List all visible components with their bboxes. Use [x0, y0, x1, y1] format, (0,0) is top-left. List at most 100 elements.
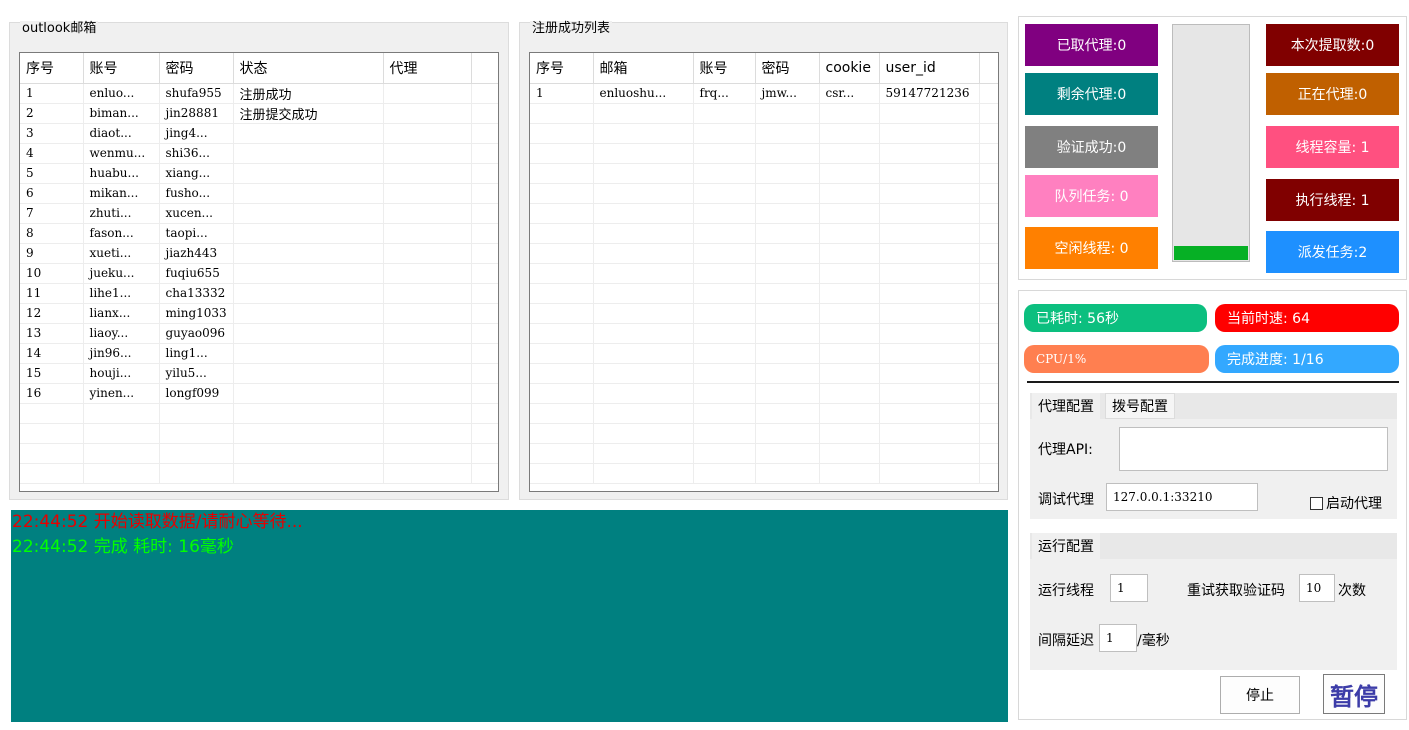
- table-cell: [879, 143, 980, 164]
- table-row[interactable]: [530, 123, 998, 144]
- email-table[interactable]: 序号 账号 密码 状态 代理 1 enluo... shufa955 注册成功 2 biman..…: [19, 52, 499, 492]
- email-col-header[interactable]: 代理: [383, 53, 472, 84]
- table-row[interactable]: [530, 183, 998, 204]
- log-panel[interactable]: 22:44:52 开始读取数据/请耐心等待... 22:44:52 完成 耗时: …: [11, 510, 1008, 722]
- table-row[interactable]: [530, 383, 998, 404]
- table-row[interactable]: [20, 403, 498, 424]
- table-row[interactable]: 7 zhuti... xucen...: [20, 203, 498, 224]
- table-cell: fusho...: [159, 183, 234, 204]
- enable-proxy-checkbox[interactable]: 启动代理: [1310, 493, 1382, 513]
- table-cell: [593, 283, 694, 304]
- success-col-header[interactable]: 序号: [530, 53, 594, 84]
- table-row[interactable]: [530, 363, 998, 384]
- table-row[interactable]: 3 diaot... jing4...: [20, 123, 498, 144]
- success-col-header[interactable]: 密码: [755, 53, 820, 84]
- table-row[interactable]: [530, 143, 998, 164]
- success-col-header[interactable]: cookie: [819, 53, 880, 84]
- table-row[interactable]: [530, 423, 998, 444]
- threads-input[interactable]: 1: [1110, 574, 1148, 602]
- table-cell: [530, 163, 594, 184]
- table-row[interactable]: 14 jin96... ling1...: [20, 343, 498, 364]
- table-cell: [979, 143, 998, 164]
- table-row[interactable]: 8 fason... taopi...: [20, 223, 498, 244]
- success-col-header[interactable]: 邮箱: [593, 53, 694, 84]
- table-row[interactable]: [530, 263, 998, 284]
- test-proxy-input[interactable]: 127.0.0.1:33210: [1106, 483, 1258, 511]
- table-cell: [20, 423, 84, 444]
- email-col-header[interactable]: 状态: [233, 53, 384, 84]
- table-row[interactable]: [20, 443, 498, 464]
- tab-dial-config[interactable]: 拨号配置: [1105, 393, 1175, 419]
- table-cell: [471, 163, 498, 184]
- stop-button[interactable]: 停止: [1220, 676, 1300, 714]
- table-cell: [383, 263, 472, 284]
- table-row[interactable]: 4 wenmu... shi36...: [20, 143, 498, 164]
- table-row[interactable]: [530, 463, 998, 484]
- table-row[interactable]: [20, 463, 498, 484]
- table-row[interactable]: 15 houji... yilu5...: [20, 363, 498, 384]
- email-col-header[interactable]: 账号: [83, 53, 160, 84]
- table-cell: 11: [20, 283, 84, 304]
- table-cell: [471, 323, 498, 344]
- table-row[interactable]: 11 lihe1... cha13332: [20, 283, 498, 304]
- table-row[interactable]: [530, 223, 998, 244]
- table-cell: [530, 203, 594, 224]
- table-row[interactable]: 5 huabu... xiang...: [20, 163, 498, 184]
- table-cell: [159, 443, 234, 464]
- table-cell: [755, 403, 820, 424]
- table-row[interactable]: 9 xueti... jiazh443: [20, 243, 498, 264]
- pause-button[interactable]: 暂停: [1323, 674, 1385, 714]
- proxying-stat: 正在代理:0: [1266, 73, 1399, 115]
- table-row[interactable]: 1 enluo... shufa955 注册成功: [20, 83, 498, 104]
- table-row[interactable]: [20, 423, 498, 444]
- table-cell: jueku...: [83, 263, 160, 284]
- success-table[interactable]: 序号 邮箱 账号 密码 cookie user_id 1 enluoshu... frq...…: [529, 52, 999, 492]
- table-cell: [471, 303, 498, 324]
- table-row[interactable]: 10 jueku... fuqiu655: [20, 263, 498, 284]
- table-cell: [819, 423, 880, 444]
- table-row[interactable]: [530, 403, 998, 424]
- table-cell: [755, 283, 820, 304]
- table-row[interactable]: 16 yinen... longf099: [20, 383, 498, 404]
- checkbox-box[interactable]: [1310, 496, 1323, 510]
- table-row[interactable]: 6 mikan... fusho...: [20, 183, 498, 204]
- table-row[interactable]: [530, 163, 998, 184]
- table-cell: [530, 103, 594, 124]
- table-cell: [979, 183, 998, 204]
- table-row[interactable]: [530, 303, 998, 324]
- proxy-api-input[interactable]: [1119, 427, 1388, 471]
- table-row[interactable]: 12 lianx... ming1033: [20, 303, 498, 324]
- table-cell: [819, 203, 880, 224]
- success-col-header[interactable]: 账号: [693, 53, 756, 84]
- table-cell: biman...: [83, 103, 160, 124]
- table-row[interactable]: [530, 243, 998, 264]
- table-cell: ming1033: [159, 303, 234, 324]
- table-cell: [593, 403, 694, 424]
- table-cell: [755, 143, 820, 164]
- table-row[interactable]: 2 biman... jin28881 注册提交成功: [20, 103, 498, 124]
- table-row[interactable]: [530, 343, 998, 364]
- retry-input[interactable]: 10: [1299, 574, 1335, 602]
- delay-input[interactable]: 1: [1099, 624, 1137, 652]
- table-cell: [471, 403, 498, 424]
- table-cell: [233, 323, 384, 344]
- table-cell: [471, 243, 498, 264]
- email-col-header[interactable]: 密码: [159, 53, 234, 84]
- table-row[interactable]: [530, 323, 998, 344]
- success-col-header[interactable]: user_id: [879, 53, 980, 84]
- table-cell: [383, 423, 472, 444]
- table-row[interactable]: [530, 203, 998, 224]
- table-cell: xiang...: [159, 163, 234, 184]
- email-col-header[interactable]: 序号: [20, 53, 84, 84]
- table-cell: [530, 403, 594, 424]
- table-row[interactable]: 13 liaoy... guyao096: [20, 323, 498, 344]
- table-cell: [979, 303, 998, 324]
- table-row[interactable]: 1 enluoshu... frq... jmw... csr... 5914772123…: [530, 83, 998, 104]
- tab-proxy-config[interactable]: 代理配置: [1032, 393, 1100, 419]
- table-cell: [693, 123, 756, 144]
- table-row[interactable]: [530, 283, 998, 304]
- table-row[interactable]: [530, 443, 998, 464]
- table-cell: [979, 223, 998, 244]
- table-row[interactable]: [530, 103, 998, 124]
- table-cell: [233, 143, 384, 164]
